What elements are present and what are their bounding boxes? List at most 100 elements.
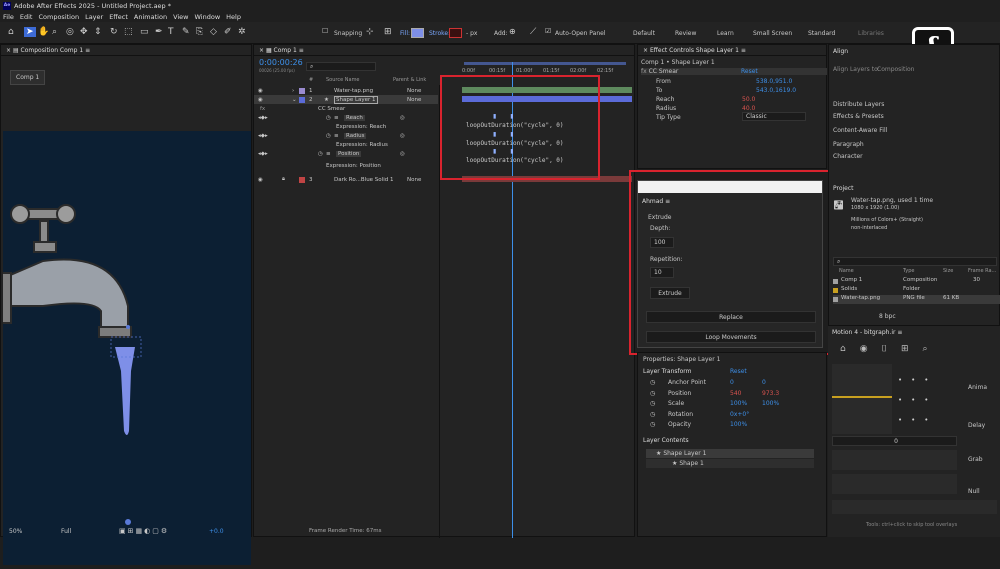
prop-name[interactable]: Reach (344, 114, 365, 121)
project-search-input[interactable]: ⌕ (833, 257, 997, 266)
timeline-tab[interactable]: Comp 1 (274, 47, 297, 54)
parent-select[interactable]: None (407, 177, 421, 183)
prop-row-position[interactable]: ◂◆▸ ◷ ≡ Position ◎ (254, 149, 438, 158)
layer-name[interactable]: Shape Layer 1 (334, 95, 378, 104)
workspace-review[interactable]: Review (675, 30, 696, 37)
pen-tool-icon[interactable]: ✒ (155, 27, 163, 37)
comp-viewer[interactable] (0, 131, 251, 565)
link-icon[interactable]: ◎ (400, 115, 405, 121)
menu-view[interactable]: View (173, 13, 188, 21)
expression-icon[interactable]: ≡ (326, 151, 331, 157)
lock-icon[interactable]: ▤ (13, 47, 19, 54)
menu-help[interactable]: Help (226, 13, 241, 21)
bit-depth[interactable]: 8 bpc (879, 313, 896, 320)
viewer-options-icons[interactable]: ▣⊞▦◐▢⚙ (119, 527, 169, 535)
clone-tool-icon[interactable]: ⎘ (196, 27, 203, 37)
effect-name[interactable]: CC Smear (318, 106, 345, 112)
prop-value-1[interactable]: 100% (730, 400, 747, 407)
brush-tool-icon[interactable]: ✎ (182, 27, 190, 37)
stroke-width[interactable]: - px (466, 30, 477, 37)
prop-value-1[interactable]: 0x+0° (730, 411, 749, 418)
layer-name[interactable]: Water-tap.png (334, 88, 373, 94)
workspace-small-screen[interactable]: Small Screen (753, 30, 792, 37)
project-panel-title[interactable]: Project (833, 185, 854, 192)
rotate-tool-icon[interactable]: ↻ (110, 27, 118, 37)
roto-tool-icon[interactable]: ✐ (224, 27, 232, 37)
type-tool-icon[interactable]: T (168, 27, 174, 37)
graph-icon[interactable]: ⟋ (530, 27, 536, 37)
menu-composition[interactable]: Composition (38, 13, 79, 21)
menu-animation[interactable]: Animation (134, 13, 167, 21)
content-aware-fill-section[interactable]: Content-Aware Fill (833, 127, 887, 134)
snap-options-icon[interactable]: ⊹ (366, 27, 374, 37)
reach-value[interactable]: 50.0 (742, 96, 755, 103)
parent-select[interactable]: None (407, 88, 421, 94)
link-icon[interactable]: ◎ (400, 133, 405, 139)
workspace-standard[interactable]: Standard (808, 30, 835, 37)
motion-controls[interactable] (832, 450, 957, 470)
stopwatch-icon[interactable]: ◷ (318, 151, 323, 157)
menu-window[interactable]: Window (195, 13, 221, 21)
lock-icon[interactable]: 🔒︎ (282, 176, 285, 183)
workspace-libraries[interactable]: Libraries (858, 30, 884, 37)
anima-label[interactable]: Anima (968, 384, 987, 391)
exposure-value[interactable]: +0.0 (209, 528, 224, 535)
pan-tool-icon[interactable]: ✥ (80, 27, 88, 37)
contents-item-shape-layer[interactable]: ★ Shape Layer 1 (646, 449, 814, 458)
layer-row-1[interactable]: ◉ › 1 Water-tap.png None (254, 86, 438, 95)
dolly-tool-icon[interactable]: ⇕ (94, 27, 102, 37)
from-value[interactable]: 538.0,951.0 (756, 78, 792, 85)
rectangle-tool-icon[interactable]: ▭ (140, 27, 149, 37)
character-section[interactable]: Character (833, 153, 863, 160)
align-to-select[interactable]: Composition (877, 66, 914, 73)
delay-label[interactable]: Delay (968, 422, 985, 429)
close-icon[interactable]: × (643, 47, 648, 54)
layer-row-3[interactable]: ◉ 🔒︎ 3 Dark Ro...Blue Solid 1 None (254, 175, 438, 184)
stroke-swatch[interactable] (449, 28, 462, 38)
snapping-checkbox[interactable]: ☐ (322, 27, 328, 35)
stopwatch-icon[interactable]: ◷ (650, 379, 655, 386)
null-label[interactable]: Null (968, 488, 980, 495)
motion-slider[interactable]: 0 (832, 436, 957, 446)
menu-edit[interactable]: Edit (20, 13, 33, 21)
menu-icon[interactable]: ≡ (85, 47, 90, 54)
keyframe-nav-icon[interactable]: ◂◆▸ (258, 133, 268, 139)
stopwatch-icon[interactable]: ◷ (650, 421, 655, 428)
timecode[interactable]: 0:00:00:26 (259, 58, 303, 67)
parent-select[interactable]: None (407, 97, 421, 103)
home-icon[interactable]: ⌂ (8, 27, 14, 37)
prop-value-1[interactable]: 100% (730, 421, 747, 428)
effect-controls-tab[interactable]: Effect Controls Shape Layer 1 (650, 47, 739, 54)
col-frame-rate[interactable]: Frame Ra... (968, 268, 996, 274)
fill-swatch[interactable] (411, 28, 424, 38)
prop-row-radius[interactable]: ◂◆▸ ◷ ≡ Radius ◎ (254, 131, 438, 140)
link-icon[interactable]: ◎ (400, 151, 405, 157)
prop-row-reach[interactable]: ◂◆▸ ◷ ≡ Reach ◎ (254, 113, 438, 122)
reset-link[interactable]: Reset (741, 68, 758, 75)
paragraph-section[interactable]: Paragraph (833, 141, 864, 148)
radius-value[interactable]: 40.0 (742, 105, 755, 112)
workspace-default[interactable]: Default (633, 30, 655, 37)
quality-select[interactable]: Full (61, 528, 71, 535)
puppet-tool-icon[interactable]: ✲ (238, 27, 246, 37)
project-item[interactable]: Solids Folder (833, 286, 1000, 295)
menu-effect[interactable]: Effect (109, 13, 128, 21)
menu-layer[interactable]: Layer (85, 13, 103, 21)
expand-arrow-icon[interactable]: ⌄ (292, 97, 297, 103)
project-item[interactable]: Water-tap.png PNG file 61 KB (833, 295, 1000, 304)
stopwatch-icon[interactable]: ◷ (326, 115, 331, 121)
label-color[interactable] (299, 87, 305, 94)
expression-icon[interactable]: ≡ (334, 133, 339, 139)
expand-arrow-icon[interactable]: › (292, 88, 294, 94)
expression-icon[interactable]: ≡ (334, 115, 339, 121)
layer-name[interactable]: Dark Ro...Blue Solid 1 (334, 177, 393, 183)
hand-tool-icon[interactable]: ✋ (38, 27, 49, 37)
camera-tool-icon[interactable]: ⬚ (124, 27, 133, 37)
prop-name[interactable]: Radius (344, 132, 367, 139)
grab-label[interactable]: Grab (968, 456, 983, 463)
to-value[interactable]: 543.0,1619.0 (756, 87, 796, 94)
stopwatch-icon[interactable]: ◷ (650, 411, 655, 418)
close-icon[interactable]: × (6, 47, 11, 54)
workspace-learn[interactable]: Learn (717, 30, 734, 37)
motion-top-icons[interactable]: ⌂◉⌷⊞⌕ (840, 344, 942, 354)
